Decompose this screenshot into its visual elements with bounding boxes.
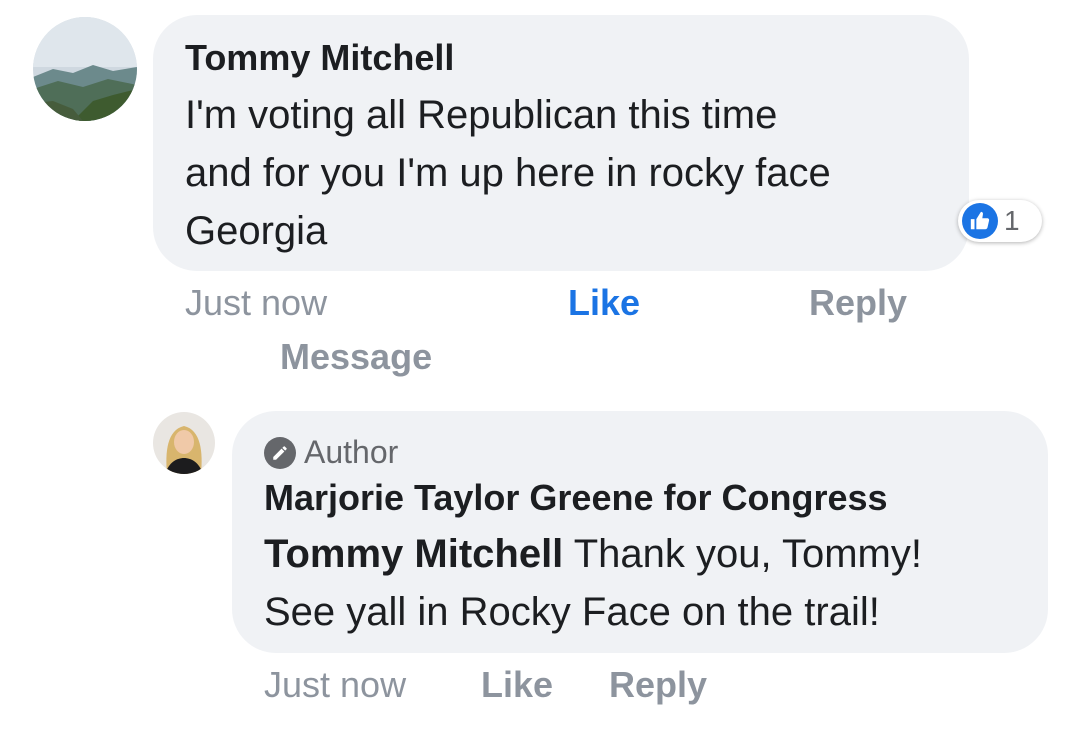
page-avatar[interactable] [153, 412, 215, 474]
like-reaction-icon [962, 203, 998, 239]
comment-message-button[interactable]: Message [280, 336, 432, 378]
reply-mention[interactable]: Tommy Mitchell [264, 532, 563, 576]
comment-author-name[interactable]: Tommy Mitchell [185, 37, 454, 79]
commenter-avatar[interactable] [33, 17, 137, 121]
reply-author-name[interactable]: Marjorie Taylor Greene for Congress [264, 477, 888, 519]
reply-text-line: Tommy Mitchell Thank you, Tommy! [264, 525, 922, 583]
reply-text-line: See yall in Rocky Face on the trail! [264, 590, 880, 634]
reply-timestamp[interactable]: Just now [264, 664, 406, 706]
author-badge-label: Author [304, 434, 399, 470]
reaction-count: 1 [1004, 205, 1020, 236]
reply-text: Thank you, Tommy! [573, 532, 922, 576]
comment-text-line: Georgia [185, 209, 328, 253]
reply-reply-button[interactable]: Reply [609, 664, 707, 706]
comment-reply-button[interactable]: Reply [809, 282, 907, 324]
comment-timestamp[interactable]: Just now [185, 282, 327, 324]
comment-text-line: and for you I'm up here in rocky face [185, 151, 831, 195]
comment-text-line: I'm voting all Republican this time [185, 93, 778, 137]
reply-like-button[interactable]: Like [481, 664, 553, 706]
comment-like-button[interactable]: Like [568, 282, 640, 324]
author-badge-icon [264, 437, 296, 469]
reaction-summary[interactable]: 1 [958, 200, 1042, 242]
